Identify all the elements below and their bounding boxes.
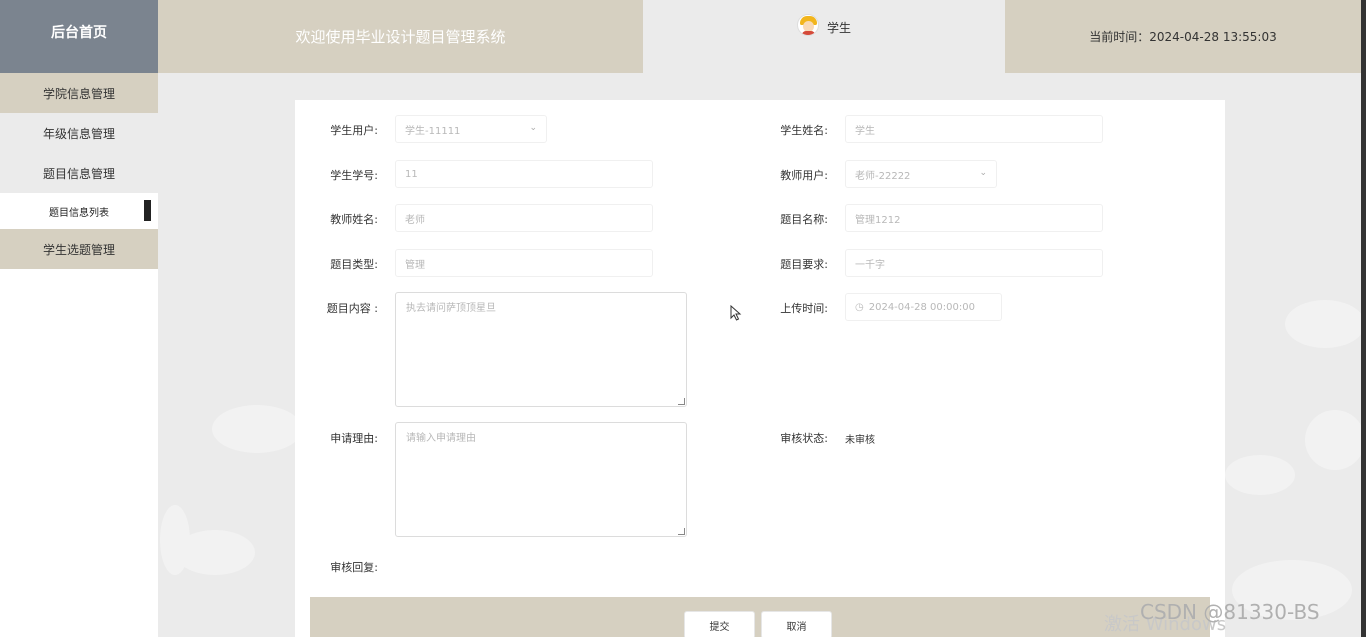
user-info: 学生 [643,0,1005,73]
topic-content-label: 题目内容 : [326,302,378,315]
sidebar: 学院信息管理 年级信息管理 题目信息管理 题目信息列表 学生选题管理 [0,73,158,637]
sidebar-item-selection[interactable]: 学生选题管理 [0,229,158,269]
topic-name-value: 管理1212 [855,214,901,226]
student-name-input[interactable]: 学生 [845,115,1103,143]
welcome-title: 欢迎使用毕业设计题目管理系统 [158,0,643,73]
student-user-value: 学生-11111 [405,125,461,137]
bg-bubble [1305,410,1365,470]
apply-reason-textarea[interactable]: 请输入申请理由 [395,422,687,537]
active-marker [144,200,151,221]
topic-requirement-label: 题目要求: [780,258,828,271]
user-name: 学生 [826,21,851,35]
mouse-cursor-icon [730,305,742,321]
teacher-user-label: 教师用户: [780,169,828,182]
brand-home-link[interactable]: 后台首页 [0,0,158,73]
current-time: 当前时间：2024-04-28 13:55:03 [1005,0,1361,73]
topic-content-textarea[interactable]: 执去请问萨顶顶星旦 [395,292,687,407]
topic-requirement-input[interactable]: 一千字 [845,249,1103,277]
avatar-icon [796,14,819,36]
sidebar-item-college[interactable]: 学院信息管理 [0,73,158,113]
topic-type-label: 题目类型: [330,258,378,271]
apply-reason-label: 申请理由: [330,432,378,445]
student-user-label: 学生用户: [330,124,378,137]
sidebar-subitem-label: 题目信息列表 [49,207,109,219]
bg-bubble [1285,300,1365,348]
teacher-user-value: 老师-22222 [855,170,911,182]
resize-grip-icon[interactable] [678,398,685,405]
review-reply-label: 审核回复: [330,561,378,574]
apply-reason-placeholder: 请输入申请理由 [406,433,476,444]
upload-time-picker[interactable]: ◷ 2024-04-28 00:00:00 [845,293,1002,321]
form-actions-bar: 提交 取消 [310,597,1210,637]
topic-type-value: 管理 [405,259,425,271]
topic-name-label: 题目名称: [780,213,828,226]
page-scrollbar[interactable] [1361,0,1366,637]
topic-content-value: 执去请问萨顶顶星旦 [406,303,496,314]
teacher-name-label: 教师姓名: [330,213,378,226]
chevron-down-icon: ⌄ [979,168,987,178]
topic-form: 学生用户: 学生-11111 ⌄ 学生姓名: 学生 学生学号: 11 教师用户:… [295,100,1225,637]
bg-bubble [212,405,302,453]
student-no-label: 学生学号: [330,169,378,182]
topic-name-input[interactable]: 管理1212 [845,204,1103,232]
bg-bubble [160,505,190,575]
clock-icon: ◷ [855,301,864,313]
teacher-name-input[interactable]: 老师 [395,204,653,232]
sidebar-item-topic[interactable]: 题目信息管理 [0,153,158,193]
sidebar-subitem-topic-list[interactable]: 题目信息列表 [0,193,158,229]
student-name-label: 学生姓名: [780,124,828,137]
student-user-select[interactable]: 学生-11111 ⌄ [395,115,547,143]
topic-type-input[interactable]: 管理 [395,249,653,277]
upload-time-label: 上传时间: [780,302,828,315]
teacher-name-value: 老师 [405,214,425,226]
upload-time-value: 2024-04-28 00:00:00 [868,301,975,313]
bg-bubble [1225,455,1295,495]
submit-button[interactable]: 提交 [684,611,755,637]
chevron-down-icon: ⌄ [529,123,537,133]
sidebar-item-grade[interactable]: 年级信息管理 [0,113,158,153]
student-no-input[interactable]: 11 [395,160,653,188]
topic-requirement-value: 一千字 [855,259,885,271]
student-name-value: 学生 [855,125,875,137]
csdn-watermark: CSDN @81330-BS [1140,600,1320,624]
teacher-user-select[interactable]: 老师-22222 ⌄ [845,160,997,188]
resize-grip-icon[interactable] [678,528,685,535]
review-status-value: 未审核 [845,435,875,446]
review-status-label: 审核状态: [780,432,828,445]
cancel-button[interactable]: 取消 [761,611,832,637]
student-no-value: 11 [405,168,418,180]
